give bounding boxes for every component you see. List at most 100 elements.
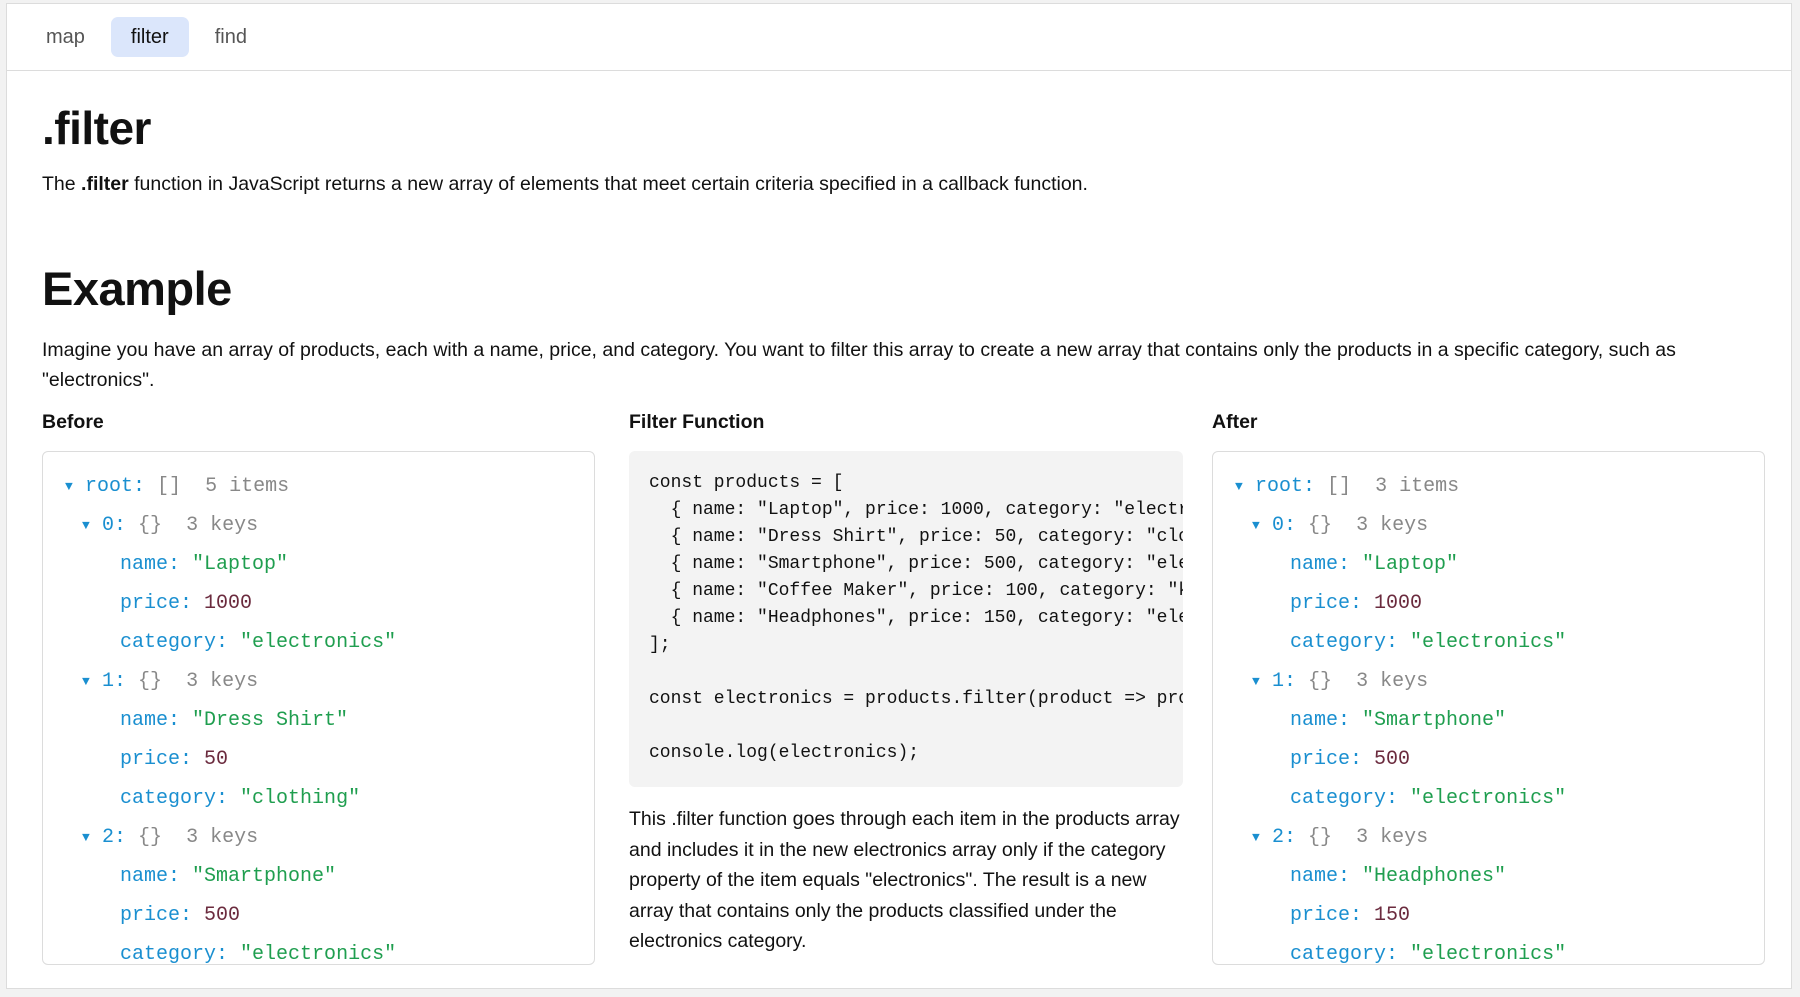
caret-down-icon[interactable]: ▼ [82, 665, 102, 698]
field-value: "Smartphone" [192, 865, 337, 888]
tree-item-row[interactable]: ▼ 1: {} 3 keys [1213, 665, 1764, 704]
field-key: price: [120, 748, 193, 771]
field-value: "clothing" [240, 787, 361, 810]
example-heading: Example [42, 262, 232, 315]
field-value: "electronics" [240, 631, 397, 654]
tree-field-category: category: "electronics" [43, 626, 594, 665]
tab-find[interactable]: find [195, 17, 267, 57]
item-type: {} [138, 826, 163, 849]
item-count: 3 keys [186, 670, 259, 693]
tab-filter[interactable]: filter [110, 17, 189, 57]
page-title: .filter [42, 102, 151, 154]
code-text: const products = [ { name: "Laptop", pri… [649, 473, 1183, 763]
field-key: name: [1290, 553, 1351, 576]
field-value: "electronics" [240, 943, 397, 965]
field-key: price: [120, 904, 193, 927]
tab-map[interactable]: map [26, 17, 105, 57]
field-value: "Laptop" [192, 553, 289, 576]
intro-text-post: function in JavaScript returns a new arr… [128, 173, 1088, 195]
field-key: name: [120, 709, 181, 732]
code-block[interactable]: const products = [ { name: "Laptop", pri… [629, 451, 1183, 787]
field-key: price: [120, 592, 193, 615]
field-value: "Dress Shirt" [192, 709, 349, 732]
item-type: {} [1308, 514, 1333, 537]
item-type: {} [1308, 826, 1333, 849]
field-value: "electronics" [1410, 943, 1567, 965]
tree-item-row[interactable]: ▼ 0: {} 3 keys [43, 509, 594, 548]
tree-field-price: price: 50 [43, 743, 594, 782]
tree-field-name: name: "Dress Shirt" [43, 704, 594, 743]
caret-down-icon[interactable]: ▼ [1235, 470, 1255, 503]
intro-text: The .filter function in JavaScript retur… [42, 173, 1088, 196]
tree-item-row[interactable]: ▼ 1: {} 3 keys [43, 665, 594, 704]
field-value: 150 [1374, 904, 1411, 927]
item-count: 3 keys [186, 826, 259, 849]
caret-down-icon[interactable]: ▼ [1252, 509, 1272, 542]
item-index: 2: [102, 826, 127, 849]
tree-item-row[interactable]: ▼ 2: {} 3 keys [1213, 821, 1764, 860]
field-key: category: [120, 631, 229, 654]
tree-field-name: name: "Smartphone" [43, 860, 594, 899]
field-value: 500 [1374, 748, 1411, 771]
field-value: "Laptop" [1362, 553, 1459, 576]
before-title: Before [42, 411, 104, 433]
after-tree: ▼ root: [] 3 items ▼ 0: {} 3 keys name: "L… [1213, 452, 1764, 965]
item-count: 3 keys [186, 514, 259, 537]
tree-field-price: price: 500 [43, 899, 594, 938]
item-index: 0: [1272, 514, 1297, 537]
caret-down-icon[interactable]: ▼ [1252, 665, 1272, 698]
example-description: Imagine you have an array of products, e… [42, 339, 1676, 391]
tree-root-row[interactable]: ▼ root: [] 3 items [1213, 470, 1764, 509]
field-key: category: [1290, 631, 1399, 654]
item-index: 0: [102, 514, 127, 537]
tree-field-category: category: "clothing" [43, 782, 594, 821]
tree-field-price: price: 1000 [43, 587, 594, 626]
item-index: 1: [1272, 670, 1297, 693]
field-value: 50 [204, 748, 229, 771]
before-tree: ▼ root: [] 5 items ▼ 0: {} 3 keys name: "L… [43, 452, 594, 965]
caret-down-icon[interactable]: ▼ [1252, 821, 1272, 854]
field-key: category: [120, 943, 229, 965]
tree-field-name: name: "Laptop" [1213, 548, 1764, 587]
tab-bar: map filter find [7, 4, 1791, 71]
filter-explanation: This .filter function goes through each … [629, 808, 1180, 952]
field-key: price: [1290, 904, 1363, 927]
item-type: {} [138, 670, 163, 693]
field-value: 1000 [1374, 592, 1423, 615]
tree-field-price: price: 500 [1213, 743, 1764, 782]
tree-field-name: name: "Laptop" [43, 548, 594, 587]
tree-field-name: name: "Smartphone" [1213, 704, 1764, 743]
tree-field-category: category: "electronics" [1213, 626, 1764, 665]
field-key: name: [1290, 865, 1351, 888]
tree-field-price: price: 1000 [1213, 587, 1764, 626]
tree-field-name: name: "Headphones" [1213, 860, 1764, 899]
tree-field-category: category: "electronics" [43, 938, 594, 965]
item-type: {} [138, 514, 163, 537]
field-value: "electronics" [1410, 787, 1567, 810]
caret-down-icon[interactable]: ▼ [82, 821, 102, 854]
tree-item-row[interactable]: ▼ 0: {} 3 keys [1213, 509, 1764, 548]
after-json-viewer[interactable]: ▼ root: [] 3 items ▼ 0: {} 3 keys name: "L… [1212, 451, 1765, 965]
tree-root-row[interactable]: ▼ root: [] 5 items [43, 470, 594, 509]
field-key: name: [1290, 709, 1351, 732]
root-count: 5 items [205, 475, 290, 498]
field-key: category: [1290, 943, 1399, 965]
root-type: [] [1327, 475, 1352, 498]
field-key: price: [1290, 592, 1363, 615]
field-value: 1000 [204, 592, 253, 615]
caret-down-icon[interactable]: ▼ [65, 470, 85, 503]
before-json-viewer[interactable]: ▼ root: [] 5 items ▼ 0: {} 3 keys name: "L… [42, 451, 595, 965]
item-count: 3 keys [1356, 514, 1429, 537]
intro-text-bold: .filter [81, 173, 129, 195]
caret-down-icon[interactable]: ▼ [82, 509, 102, 542]
field-value: "electronics" [1410, 631, 1567, 654]
item-index: 1: [102, 670, 127, 693]
field-key: category: [1290, 787, 1399, 810]
field-key: price: [1290, 748, 1363, 771]
field-key: name: [120, 865, 181, 888]
field-value: "Headphones" [1362, 865, 1507, 888]
tree-item-row[interactable]: ▼ 2: {} 3 keys [43, 821, 594, 860]
app-window: map filter find .filter The .filter func… [6, 3, 1792, 989]
filter-function-title: Filter Function [629, 411, 765, 433]
intro-text-pre: The [42, 173, 82, 195]
